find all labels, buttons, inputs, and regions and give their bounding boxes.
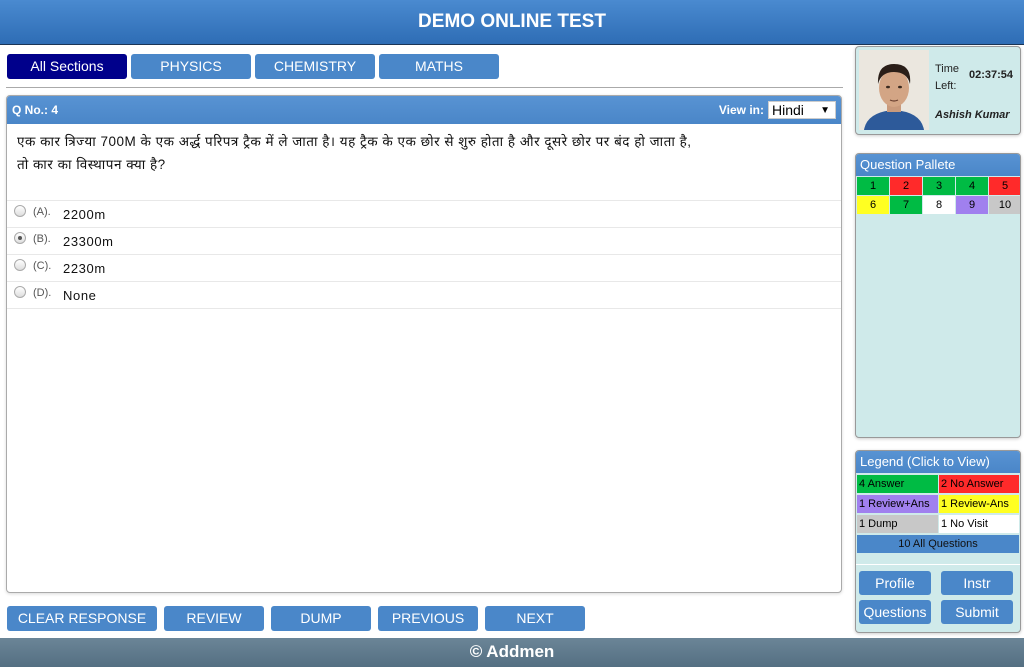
question-text-line-1: एक कार त्रिज्या 700M के एक अर्द्ध परिपत्…	[17, 134, 692, 149]
legend-item[interactable]: 4 Answer	[857, 475, 938, 493]
language-value: Hindi	[772, 102, 804, 118]
palette-question-6[interactable]: 6	[857, 196, 889, 214]
option-label: (D).	[33, 286, 52, 299]
option-label: (A).	[33, 205, 51, 218]
avatar-icon	[859, 50, 929, 130]
language-select[interactable]: Hindi ▼	[768, 101, 836, 119]
instructions-button[interactable]: Instr	[941, 571, 1013, 595]
option-text: 2200m	[63, 206, 106, 222]
dump-button[interactable]: DUMP	[271, 606, 371, 631]
option-label: (C).	[33, 259, 52, 272]
clear-response-button[interactable]: CLEAR RESPONSE	[7, 606, 157, 631]
legend-grid: 4 Answer 2 No Answer 1 Review+Ans 1 Review-…	[856, 473, 1020, 553]
divider	[6, 87, 843, 88]
legend-panel: Legend (Click to View) 4 Answer 2 No Answ…	[855, 450, 1021, 633]
language-selector: View in: Hindi ▼	[719, 101, 836, 119]
next-button[interactable]: NEXT	[485, 606, 585, 631]
page-footer: © Addmen	[0, 638, 1024, 667]
palette-question-4[interactable]: 4	[956, 177, 988, 195]
palette-title: Question Pallete	[856, 154, 1020, 176]
tab-all-sections[interactable]: All Sections	[7, 54, 127, 79]
page-header: DEMO ONLINE TEST	[0, 0, 1024, 45]
legend-item[interactable]: 1 Review+Ans	[857, 495, 938, 513]
palette-question-5[interactable]: 5	[989, 177, 1020, 195]
time-label-line-1: Time	[935, 63, 960, 75]
question-number: Q No.: 4	[12, 103, 59, 117]
option-a[interactable]: (A). 2200m	[7, 201, 841, 228]
time-label-line-2: Left:	[935, 80, 957, 92]
question-text-line-2: तो कार का विस्थापन क्या है?	[17, 157, 166, 172]
legend-divider	[856, 564, 1020, 565]
palette-grid: 1 2 3 4 5 6 7 8 9 10	[856, 176, 1020, 215]
legend-item[interactable]: 2 No Answer	[939, 475, 1019, 493]
profile-button[interactable]: Profile	[859, 571, 931, 595]
tab-chemistry[interactable]: CHEMISTRY	[255, 54, 375, 79]
option-c-radio[interactable]	[14, 259, 26, 271]
palette-question-8[interactable]: 8	[923, 196, 955, 214]
palette-question-2[interactable]: 2	[890, 177, 922, 195]
palette-question-3[interactable]: 3	[923, 177, 955, 195]
tab-physics[interactable]: PHYSICS	[131, 54, 251, 79]
palette-question-10[interactable]: 10	[989, 196, 1020, 214]
question-text: एक कार त्रिज्या 700M के एक अर्द्ध परिपत्…	[7, 124, 841, 201]
previous-button[interactable]: PREVIOUS	[378, 606, 478, 631]
palette-question-7[interactable]: 7	[890, 196, 922, 214]
option-c[interactable]: (C). 2230m	[7, 255, 841, 282]
option-text: 2230m	[63, 260, 106, 276]
option-b-radio[interactable]	[14, 232, 26, 244]
option-text: None	[63, 287, 97, 303]
legend-item[interactable]: 1 No Visit	[939, 515, 1019, 533]
palette-question-1[interactable]: 1	[857, 177, 889, 195]
legend-all-questions[interactable]: 10 All Questions	[857, 535, 1019, 553]
palette-question-9[interactable]: 9	[956, 196, 988, 214]
tab-maths[interactable]: MATHS	[379, 54, 499, 79]
option-b[interactable]: (B). 23300m	[7, 228, 841, 255]
side-buttons: Profile Instr Questions Submit	[859, 571, 1013, 624]
dropdown-arrow-icon: ▼	[820, 104, 830, 116]
section-tabs: All Sections PHYSICS CHEMISTRY MATHS	[7, 54, 499, 79]
option-d[interactable]: (D). None	[7, 282, 841, 309]
submit-button[interactable]: Submit	[941, 600, 1013, 624]
legend-item[interactable]: 1 Review-Ans	[939, 495, 1019, 513]
questions-button[interactable]: Questions	[859, 600, 931, 624]
time-left-value: 02:37:54	[969, 69, 1014, 81]
option-d-radio[interactable]	[14, 286, 26, 298]
candidate-photo	[859, 50, 929, 130]
option-a-radio[interactable]	[14, 205, 26, 217]
legend-title: Legend (Click to View)	[856, 451, 1020, 473]
question-header: Q No.: 4 View in: Hindi ▼	[7, 96, 841, 124]
time-left-label: Time Left:	[935, 61, 959, 95]
candidate-profile: Time Left: 02:37:54 Ashish Kumar	[855, 46, 1021, 135]
candidate-name: Ashish Kumar	[935, 109, 1010, 121]
test-title: DEMO ONLINE TEST	[418, 11, 606, 32]
question-palette: Question Pallete 1 2 3 4 5 6 7 8 9 10	[855, 153, 1021, 438]
option-label: (B).	[33, 232, 51, 245]
action-bar: CLEAR RESPONSE REVIEW DUMP PREVIOUS NEXT	[7, 606, 585, 631]
question-panel: Q No.: 4 View in: Hindi ▼ एक कार त्रिज्य…	[6, 95, 842, 593]
view-in-label: View in:	[718, 103, 764, 117]
option-text: 23300m	[63, 233, 114, 249]
legend-item[interactable]: 1 Dump	[857, 515, 938, 533]
review-button[interactable]: REVIEW	[164, 606, 264, 631]
footer-copyright: © Addmen	[469, 642, 555, 661]
